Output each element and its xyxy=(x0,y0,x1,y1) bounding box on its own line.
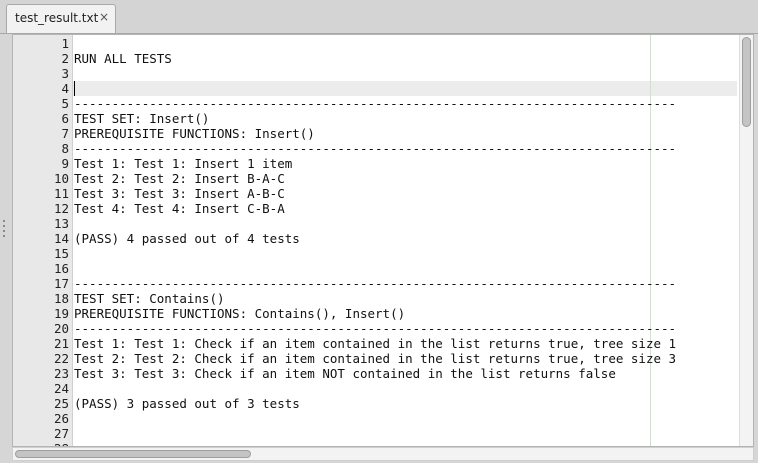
close-icon[interactable]: × xyxy=(99,10,109,24)
code-line: Test 2: Test 2: Insert B-A-C xyxy=(74,171,285,186)
line-number: 18 xyxy=(53,291,69,306)
line-number: 8 xyxy=(61,141,69,156)
line-number: 25 xyxy=(53,396,69,411)
line-number: 3 xyxy=(61,66,69,81)
line-number: 15 xyxy=(53,246,69,261)
code-line: TEST SET: Contains() xyxy=(74,291,225,306)
horizontal-scroll-thumb[interactable] xyxy=(15,450,251,458)
text-caret xyxy=(74,81,75,96)
line-number: 14 xyxy=(53,231,69,246)
line-number: 24 xyxy=(53,381,69,396)
code-line: Test 3: Test 3: Check if an item NOT con… xyxy=(74,366,616,381)
line-number: 12 xyxy=(53,201,69,216)
line-number: 11 xyxy=(53,186,69,201)
text-editor[interactable]: 1 2 3 4 5 6 7 8 9 10 11 12 13 14 15 16 17 18 19 20 21 22 23 24 2… xyxy=(12,34,754,447)
code-line: TEST SET: Insert() xyxy=(74,111,210,126)
vertical-scroll-thumb[interactable] xyxy=(742,37,751,127)
code-line: RUN ALL TESTS xyxy=(74,51,172,66)
line-number: 27 xyxy=(53,426,69,441)
horizontal-scrollbar[interactable] xyxy=(12,447,754,461)
line-number: 10 xyxy=(53,171,69,186)
line-number: 22 xyxy=(53,351,69,366)
code-line: PREREQUISITE FUNCTIONS: Contains(), Inse… xyxy=(74,306,406,321)
code-line: Test 4: Test 4: Insert C-B-A xyxy=(74,201,285,216)
code-line: Test 3: Test 3: Insert A-B-C xyxy=(74,186,285,201)
code-line: ----------------------------------------… xyxy=(74,96,677,111)
line-number: 20 xyxy=(53,321,69,336)
code-line: Test 2: Test 2: Check if an item contain… xyxy=(74,351,677,366)
line-number-gutter: 1 2 3 4 5 6 7 8 9 10 11 12 13 14 15 16 17 18 19 20 21 22 23 24 2… xyxy=(13,35,73,446)
code-area[interactable]: RUN ALL TESTS ---------------------------… xyxy=(73,35,737,446)
line-number: 2 xyxy=(61,51,69,66)
vertical-scrollbar[interactable] xyxy=(739,35,753,446)
code-line: ----------------------------------------… xyxy=(74,141,677,156)
line-number: 1 xyxy=(61,36,69,51)
tab-test-result[interactable]: test_result.txt × xyxy=(6,4,116,33)
line-number: 19 xyxy=(53,306,69,321)
line-number: 26 xyxy=(53,411,69,426)
line-number: 6 xyxy=(61,111,69,126)
line-number: 16 xyxy=(53,261,69,276)
drag-grip-handle[interactable] xyxy=(2,220,6,246)
code-line: ----------------------------------------… xyxy=(74,321,677,336)
line-number: 9 xyxy=(61,156,69,171)
code-line: ----------------------------------------… xyxy=(74,276,677,291)
line-number: 23 xyxy=(53,366,69,381)
code-line: (PASS) 3 passed out of 3 tests xyxy=(74,396,300,411)
code-lines: RUN ALL TESTS ---------------------------… xyxy=(74,36,677,446)
line-number: 21 xyxy=(53,336,69,351)
tab-bar: test_result.txt × xyxy=(0,0,758,34)
line-number: 13 xyxy=(53,216,69,231)
line-number: 7 xyxy=(61,126,69,141)
tab-title: test_result.txt xyxy=(15,11,99,25)
line-number: 5 xyxy=(61,96,69,111)
code-line: PREREQUISITE FUNCTIONS: Insert() xyxy=(74,126,315,141)
line-number: 4 xyxy=(61,81,69,96)
code-line: (PASS) 4 passed out of 4 tests xyxy=(74,231,300,246)
line-numbers: 1 2 3 4 5 6 7 8 9 10 11 12 13 14 15 16 17 18 19 20 21 22 23 24 2… xyxy=(13,35,69,446)
line-number: 17 xyxy=(53,276,69,291)
code-line: Test 1: Test 1: Insert 1 item xyxy=(74,156,293,171)
code-line: Test 1: Test 1: Check if an item contain… xyxy=(74,336,677,351)
